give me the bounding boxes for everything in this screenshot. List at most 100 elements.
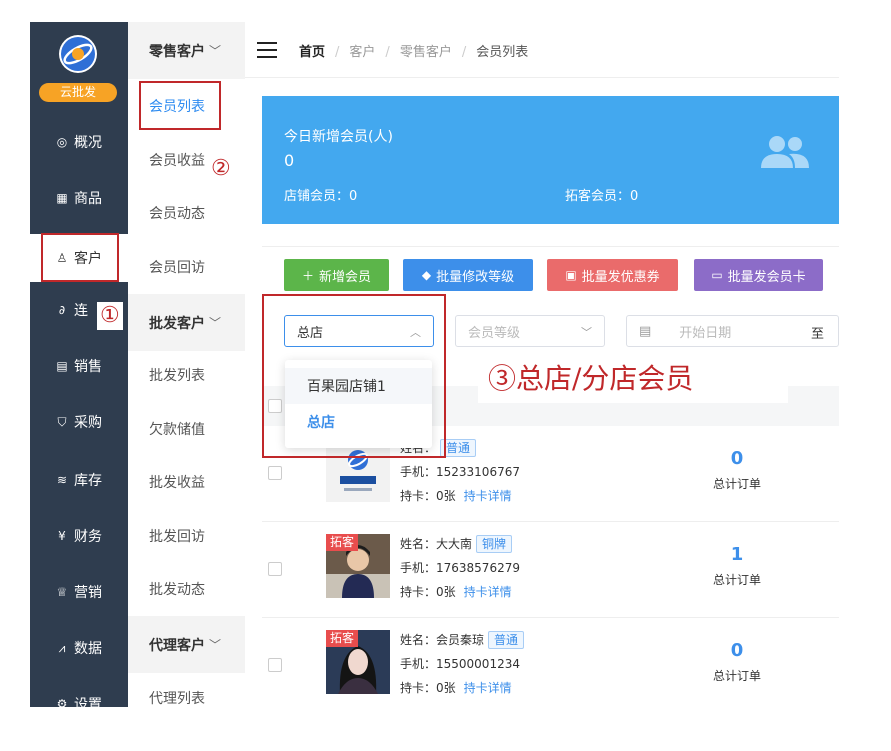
breadcrumb-customers[interactable]: 客户 (349, 45, 375, 60)
member-cards: 持卡：0张 (400, 585, 456, 599)
app-frame: 云批发 ◎ 概况 ▦ 商品 ♙ 客户 ∂ 连 ▤ 销售 ⛉ 采购 ≋ 库存 ¥ … (0, 0, 891, 751)
nav-item-finance[interactable]: ¥ 财务 (30, 516, 128, 556)
order-count-label: 总计订单 (712, 477, 761, 491)
card-icon: ▭ (711, 268, 723, 282)
member-level-badge: 铜牌 (476, 535, 513, 553)
receipt-icon: ▤ (56, 359, 68, 373)
card-details-link[interactable]: 持卡详情 (464, 585, 512, 599)
nav-item-purchase[interactable]: ⛉ 采购 (30, 402, 128, 442)
expand-tag: 拓客 (326, 534, 359, 551)
nav-label: 库存 (74, 473, 102, 489)
nav-label: 销售 (74, 359, 102, 375)
member-cards: 持卡：0张 (400, 681, 456, 695)
nav-label: 设置 (74, 697, 102, 713)
annotation-box-store-select (262, 294, 446, 458)
order-count: 1 总计订单 (682, 544, 792, 588)
date-range-picker[interactable]: ▤ 开始日期 至 (626, 315, 839, 347)
top-bar: 首页 / 客户 / 零售客户 / 会员列表 (245, 22, 839, 78)
people-icon (761, 136, 809, 168)
breadcrumb: 首页 / 客户 / 零售客户 / 会员列表 (299, 45, 529, 60)
breadcrumb-home[interactable]: 首页 (299, 45, 325, 60)
subnav-wholesale-earnings[interactable]: 批发收益 (128, 462, 245, 502)
nav-item-overview[interactable]: ◎ 概况 (30, 122, 128, 162)
order-count: 0 总计订单 (682, 640, 792, 684)
member-name: 姓名：会员秦琼 (400, 633, 485, 647)
annotation-box-customers (41, 233, 119, 282)
chart-icon: ⩘ (58, 640, 66, 655)
chevron-down-icon: ﹀ (209, 44, 222, 58)
stats-value: 0 (284, 151, 295, 170)
card-details-link[interactable]: 持卡详情 (464, 681, 512, 695)
nav-label: 商品 (74, 191, 102, 207)
store-members-count: 店铺会员：0 (284, 189, 358, 204)
dashboard-icon: ◎ (56, 135, 68, 149)
group-agent-customers[interactable]: 代理客户 ﹀ (128, 616, 245, 673)
annotation-box-member-list (139, 81, 221, 130)
nav-label: 采购 (74, 415, 102, 431)
menu-icon[interactable] (257, 42, 277, 58)
nav-item-marketing[interactable]: ♕ 营销 (30, 572, 128, 612)
row-checkbox[interactable] (268, 658, 282, 672)
subnav-wholesale-list[interactable]: 批发列表 (128, 355, 245, 395)
batch-level-button[interactable]: ◆ 批量修改等级 (403, 259, 533, 291)
subnav-agent-list[interactable]: 代理列表 (128, 678, 245, 718)
row-checkbox[interactable] (268, 466, 282, 480)
nav-item-goods[interactable]: ▦ 商品 (30, 178, 128, 218)
nav-label: 连 (74, 303, 88, 319)
member-name: 姓名：大大南 (400, 537, 473, 551)
subnav-wholesale-activity[interactable]: 批发动态 (128, 569, 245, 609)
nav-item-inventory[interactable]: ≋ 库存 (30, 460, 128, 500)
subnav-debt-deposit[interactable]: 欠款储值 (128, 409, 245, 449)
table-row: 拓客 姓名：大大南 铜牌 手机：17638576279 持卡：0张 持卡详情 1… (262, 522, 839, 618)
date-range-separator: 至 (811, 327, 825, 342)
group-retail-customers[interactable]: 零售客户 ﹀ (128, 22, 245, 79)
member-level-badge: 普通 (488, 631, 525, 649)
nav-label: 数据 (74, 641, 102, 657)
coupon-icon: ▣ (565, 268, 577, 282)
table-row: 拓客 姓名：会员秦琼 普通 手机：15500001234 持卡：0张 持卡详情 0 (262, 618, 839, 707)
order-count-value[interactable]: 0 (682, 448, 792, 469)
nav-item-sales[interactable]: ▤ 销售 (30, 346, 128, 386)
link-icon: ∂ (58, 303, 66, 317)
breadcrumb-retail[interactable]: 零售客户 (400, 45, 452, 60)
subnav-wholesale-visits[interactable]: 批发回访 (128, 516, 245, 556)
row-checkbox[interactable] (268, 562, 282, 576)
member-phone: 手机：15500001234 (400, 657, 520, 671)
batch-card-button[interactable]: ▭ 批量发会员卡 (694, 259, 823, 291)
order-count-value[interactable]: 0 (682, 640, 792, 661)
order-count-label: 总计订单 (712, 669, 761, 683)
group-wholesale-customers[interactable]: 批发客户 ﹀ (128, 294, 245, 351)
app-logo[interactable] (59, 35, 97, 73)
stats-card: 今日新增会员(人) 0 店铺会员：0 拓客会员：0 (262, 96, 839, 224)
add-member-button[interactable]: ＋新增会员 (284, 259, 389, 291)
member-level-select[interactable]: 会员等级 ﹀ (455, 315, 605, 347)
annotation-number-2: ② (208, 155, 234, 183)
nav-label: 营销 (74, 585, 102, 601)
start-date-input[interactable]: 开始日期 (679, 322, 731, 341)
subnav-member-activity[interactable]: 会员动态 (128, 193, 245, 233)
chevron-down-icon: ﹀ (209, 638, 222, 652)
brand-badge: 云批发 (39, 83, 117, 102)
subnav-member-visits[interactable]: 会员回访 (128, 247, 245, 287)
order-count: 0 总计订单 (682, 448, 792, 492)
nav-item-data[interactable]: ⩘ 数据 (30, 628, 128, 668)
chevron-down-icon: ﹀ (581, 326, 592, 339)
calendar-icon: ▤ (639, 323, 652, 339)
order-count-label: 总计订单 (712, 573, 761, 587)
batch-coupon-button[interactable]: ▣ 批量发优惠券 (547, 259, 678, 291)
diamond-icon: ◆ (421, 268, 432, 282)
plus-icon: ＋ (301, 268, 314, 283)
expand-tag: 拓客 (326, 630, 359, 647)
avatar: 拓客 (326, 630, 390, 694)
chevron-down-icon: ﹀ (209, 316, 222, 330)
card-details-link[interactable]: 持卡详情 (464, 489, 512, 503)
breadcrumb-current: 会员列表 (476, 45, 529, 60)
nav-label: 财务 (74, 529, 102, 545)
crown-icon: ♕ (56, 585, 68, 599)
nav-item-settings[interactable]: ⚙ 设置 (30, 684, 128, 724)
avatar: 拓客 (326, 534, 390, 598)
annotation-store-branch-note: ③总店/分店会员 (478, 355, 788, 403)
order-count-value[interactable]: 1 (682, 544, 792, 565)
purchase-icon: ⛉ (57, 414, 67, 429)
member-phone: 手机：15233106767 (400, 465, 520, 479)
